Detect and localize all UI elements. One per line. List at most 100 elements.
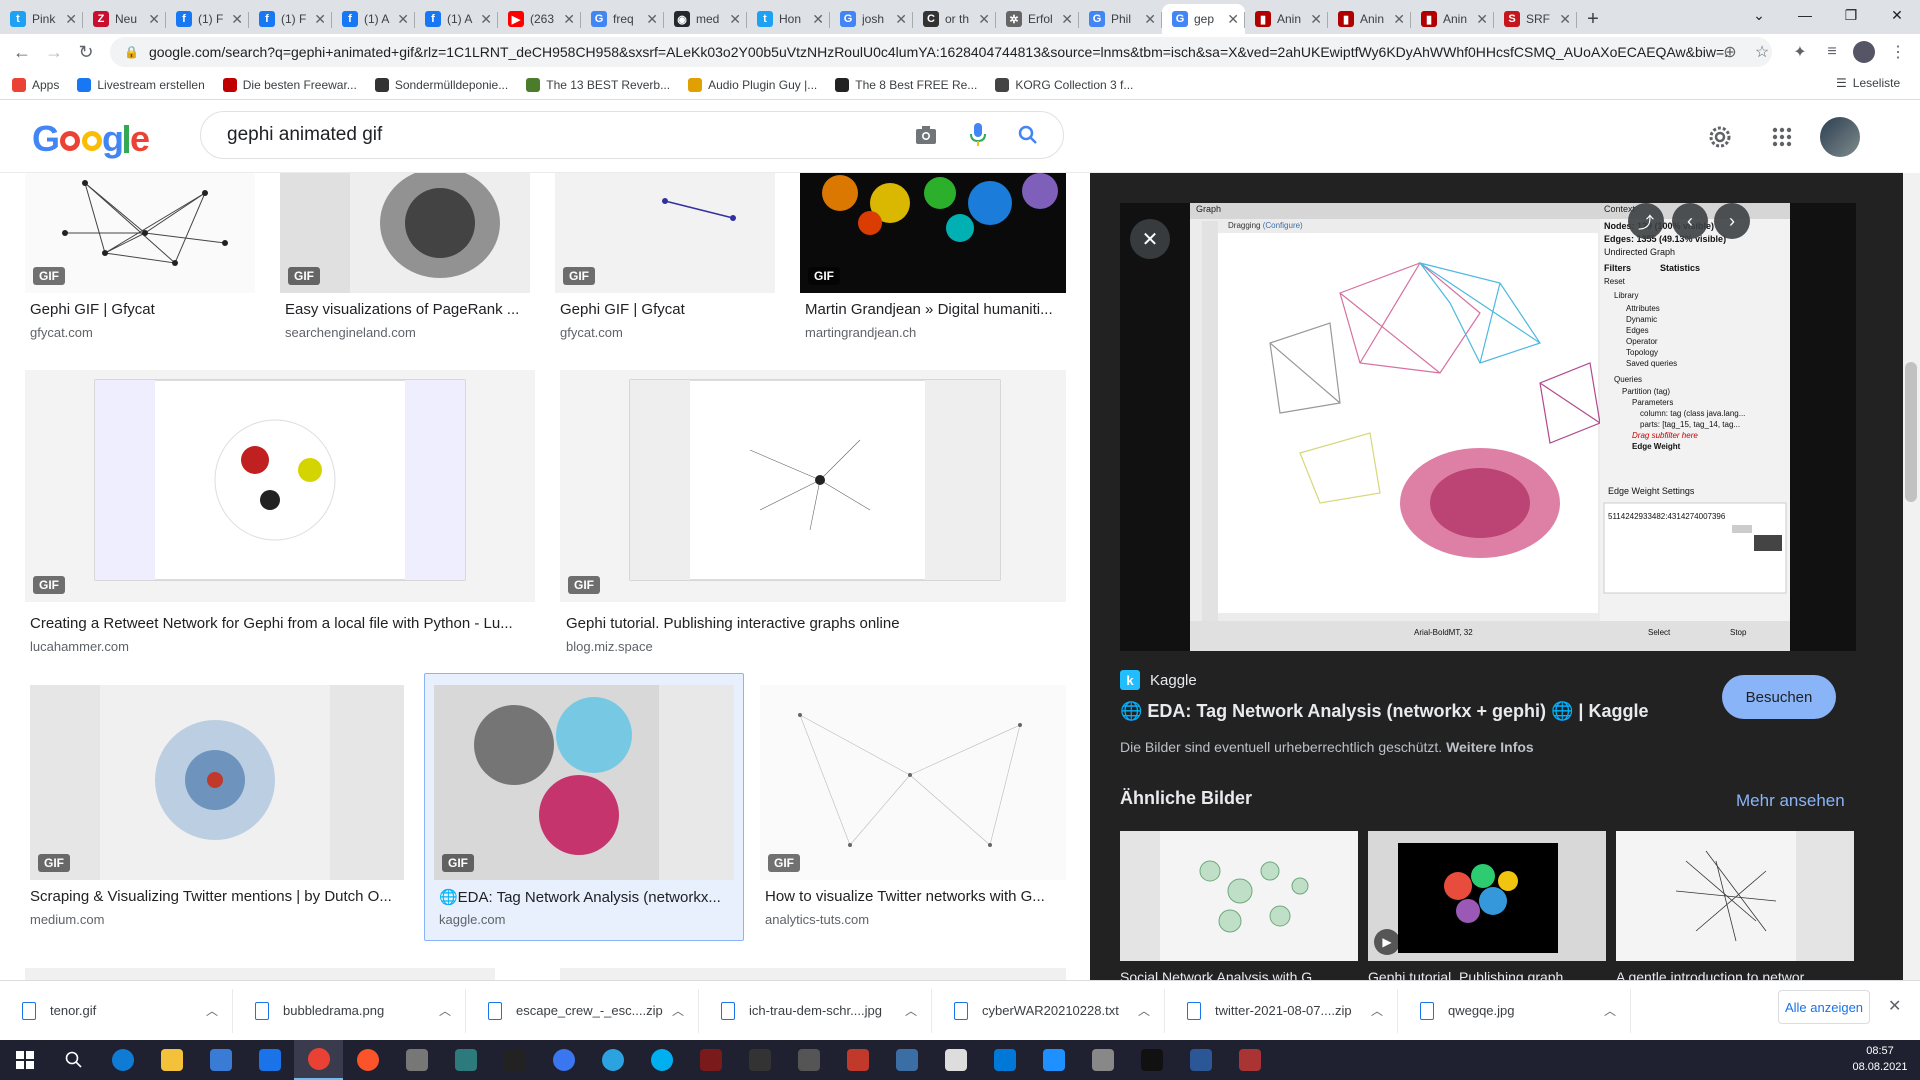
result-thumbnail-7[interactable]: GIF	[434, 685, 734, 880]
next-image-icon[interactable]: ›	[1714, 203, 1750, 239]
tab-close-icon[interactable]: ✕	[148, 11, 160, 28]
download-item[interactable]: tenor.gif ︿	[0, 988, 233, 1033]
page-scrollbar-thumb[interactable]	[1905, 362, 1917, 502]
browser-tab[interactable]: ▮ Anin ✕	[1411, 4, 1494, 34]
result-thumbnail-next-row[interactable]	[560, 968, 1066, 980]
similar-image-2[interactable]	[1616, 831, 1854, 961]
windows-start-icon[interactable]	[0, 1040, 49, 1080]
chevron-up-icon[interactable]: ︿	[439, 1002, 451, 1019]
close-downloads-icon[interactable]: ✕	[1888, 996, 1901, 1016]
result-thumbnail-3[interactable]: GIF	[800, 173, 1066, 293]
close-window-button[interactable]: ✕	[1874, 0, 1920, 30]
taskbar-app-app[interactable]	[392, 1040, 441, 1080]
taskbar-app-app[interactable]	[931, 1040, 980, 1080]
preview-title[interactable]: 🌐 EDA: Tag Network Analysis (networkx + …	[1120, 701, 1648, 722]
bookmark-item[interactable]: KORG Collection 3 f...	[995, 77, 1133, 92]
result-title[interactable]: Creating a Retweet Network for Gephi fro…	[30, 615, 535, 632]
taskbar-app-app[interactable]	[784, 1040, 833, 1080]
download-item[interactable]: bubbledrama.png ︿	[233, 988, 466, 1033]
browser-tab[interactable]: Z Neu ✕	[83, 4, 166, 34]
result-title[interactable]: Easy visualizations of PageRank ...	[285, 301, 530, 318]
browser-tab[interactable]: f (1) F ✕	[249, 4, 332, 34]
download-item[interactable]: ich-trau-dem-schr....jpg ︿	[699, 988, 932, 1033]
taskbar-app-edge[interactable]	[98, 1040, 147, 1080]
result-title[interactable]: 🌐EDA: Tag Network Analysis (networkx...	[439, 888, 734, 906]
preview-source[interactable]: k Kaggle	[1120, 670, 1197, 690]
tab-close-icon[interactable]: ✕	[397, 11, 409, 28]
chevron-up-icon[interactable]: ︿	[672, 1002, 684, 1019]
result-thumbnail-0[interactable]: GIF	[25, 173, 255, 293]
result-title[interactable]: Scraping & Visualizing Twitter mentions …	[30, 888, 404, 905]
browser-tab[interactable]: G Phil ✕	[1079, 4, 1162, 34]
result-thumbnail-1[interactable]: GIF	[280, 173, 530, 293]
settings-gear-icon[interactable]	[1700, 117, 1740, 157]
system-clock[interactable]: 08:57 08.08.2021	[1850, 1043, 1910, 1075]
google-logo[interactable]: G g e	[32, 118, 150, 170]
address-bar[interactable]: 🔒 google.com/search?q=gephi+animated+gif…	[110, 37, 1772, 67]
chevron-up-icon[interactable]: ︿	[206, 1002, 218, 1019]
maximize-button[interactable]: ❐	[1828, 0, 1874, 30]
result-thumbnail-5[interactable]: GIF	[560, 370, 1066, 602]
tab-close-icon[interactable]: ✕	[646, 11, 658, 28]
similar-image-0[interactable]	[1120, 831, 1358, 961]
tab-close-icon[interactable]: ✕	[1144, 11, 1156, 28]
see-more-link[interactable]: Mehr ansehen	[1736, 791, 1845, 811]
taskbar-app-app[interactable]	[441, 1040, 490, 1080]
profile-avatar[interactable]	[1848, 36, 1880, 68]
back-icon[interactable]: ←	[6, 36, 38, 68]
tab-close-icon[interactable]: ✕	[65, 11, 77, 28]
taskbar-app-app[interactable]	[1225, 1040, 1274, 1080]
download-item[interactable]: qwegqe.jpg ︿	[1398, 988, 1631, 1033]
taskbar-app-terminal[interactable]	[1127, 1040, 1176, 1080]
taskbar-app-explorer[interactable]	[147, 1040, 196, 1080]
account-avatar[interactable]	[1820, 117, 1860, 157]
microphone-icon[interactable]	[966, 123, 990, 147]
tab-close-icon[interactable]: ✕	[314, 11, 326, 28]
tab-close-icon[interactable]: ✕	[1393, 11, 1405, 28]
bookmark-item[interactable]: Livestream erstellen	[77, 77, 205, 92]
result-thumbnail-2[interactable]: GIF	[555, 173, 775, 293]
browser-tab[interactable]: ✲ Erfol ✕	[996, 4, 1079, 34]
search-icon[interactable]	[1016, 123, 1040, 147]
browser-tab[interactable]: S SRF ✕	[1494, 4, 1577, 34]
taskbar-app-kali[interactable]	[735, 1040, 784, 1080]
reload-icon[interactable]: ↻	[70, 36, 102, 68]
show-all-downloads-button[interactable]: Alle anzeigen	[1778, 990, 1870, 1024]
new-tab-button[interactable]: +	[1577, 4, 1609, 34]
browser-tab[interactable]: t Hon ✕	[747, 4, 830, 34]
browser-tab[interactable]: ◉ med ✕	[664, 4, 747, 34]
chevron-up-icon[interactable]: ︿	[1604, 1002, 1616, 1019]
bookmark-item[interactable]: Apps	[12, 77, 59, 92]
taskbar-app-chrome[interactable]	[294, 1040, 343, 1080]
result-thumbnail-6[interactable]: GIF	[30, 685, 404, 880]
browser-tab[interactable]: f (1) F ✕	[166, 4, 249, 34]
browser-tab[interactable]: Gjosh ✕	[830, 4, 913, 34]
tab-close-icon[interactable]: ✕	[812, 11, 824, 28]
tab-close-icon[interactable]: ✕	[1227, 11, 1239, 28]
taskbar-app-calculator[interactable]	[1176, 1040, 1225, 1080]
tab-close-icon[interactable]: ✕	[1310, 11, 1322, 28]
browser-tab[interactable]: t Pink ✕	[0, 4, 83, 34]
download-item[interactable]: cyberWAR20210228.txt ︿	[932, 988, 1165, 1033]
taskbar-app-mail[interactable]	[245, 1040, 294, 1080]
similar-image-1[interactable]: ▶	[1368, 831, 1606, 961]
extensions-icon[interactable]: ✦	[1784, 36, 1816, 68]
close-preview-icon[interactable]: ✕	[1130, 219, 1170, 259]
result-thumbnail-8[interactable]: GIF	[760, 685, 1066, 880]
browser-tab[interactable]: ▮ Anin ✕	[1328, 4, 1411, 34]
chevron-up-icon[interactable]: ︿	[905, 1002, 917, 1019]
taskbar-app-ableton-live[interactable]	[490, 1040, 539, 1080]
bookmark-item[interactable]: Sondermülldeponie...	[374, 77, 508, 92]
tab-close-icon[interactable]: ✕	[729, 11, 741, 28]
taskbar-app-app[interactable]	[833, 1040, 882, 1080]
share-icon[interactable]: ⤴	[1628, 203, 1664, 239]
browser-tab[interactable]: f (1) A ✕	[332, 4, 415, 34]
forward-icon[interactable]: →	[38, 36, 70, 68]
taskbar-app-app[interactable]	[882, 1040, 931, 1080]
camera-icon[interactable]	[914, 123, 938, 147]
tab-close-icon[interactable]: ✕	[1476, 11, 1488, 28]
bookmark-item[interactable]: The 13 BEST Reverb...	[526, 77, 670, 92]
tab-close-icon[interactable]: ✕	[1559, 11, 1571, 28]
result-thumbnail-next-row[interactable]	[25, 968, 495, 980]
taskbar-app-telegram[interactable]	[588, 1040, 637, 1080]
